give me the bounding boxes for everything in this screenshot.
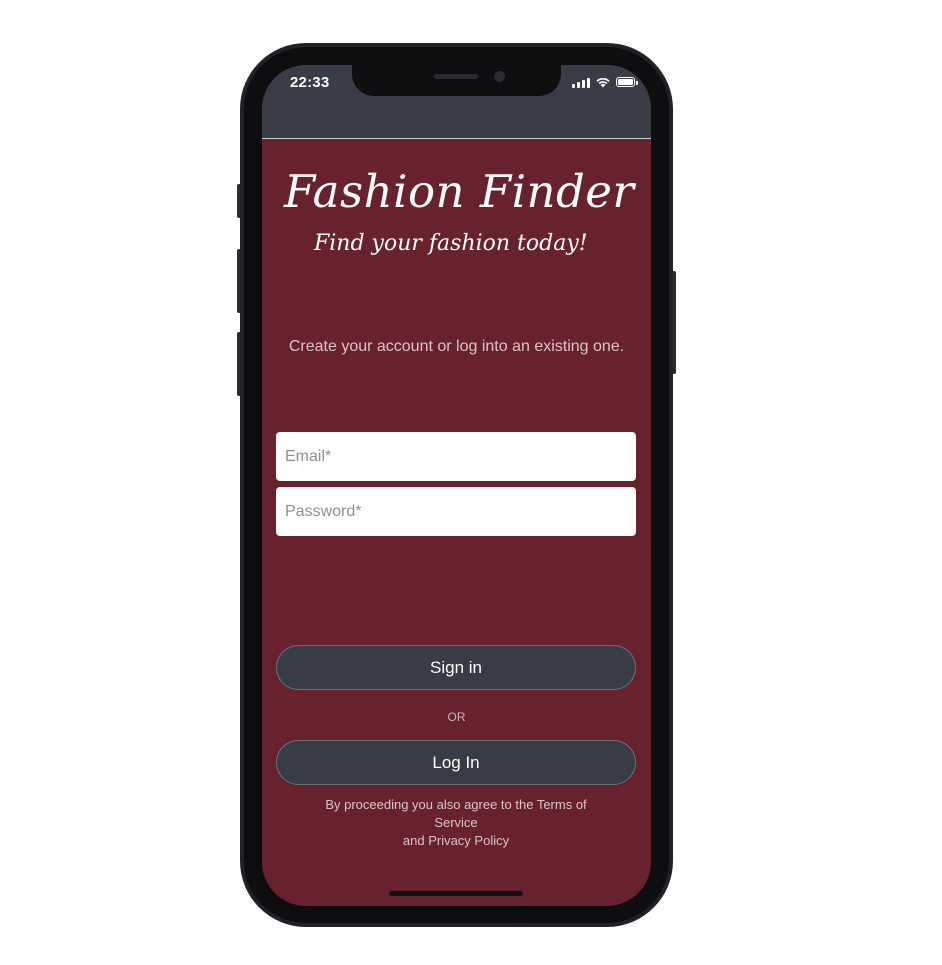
cellular-signal-icon (572, 77, 590, 88)
status-icons (572, 75, 638, 89)
phone-frame: 22:33 Fashion Finder Find your fashion t… (240, 43, 673, 927)
notch (352, 65, 561, 96)
app-tagline: Find your fashion today! (314, 231, 588, 256)
battery-icon (616, 77, 638, 87)
earpiece-speaker (434, 74, 478, 79)
status-bar: 22:33 (262, 65, 651, 139)
wifi-icon (596, 77, 610, 88)
terms-notice: By proceeding you also agree to the Term… (306, 796, 606, 850)
phone-screen: 22:33 Fashion Finder Find your fashion t… (262, 65, 651, 906)
front-camera (494, 71, 505, 82)
privacy-text: and Privacy Policy (402, 833, 510, 848)
app-title: Fashion Finder (284, 165, 635, 218)
email-field[interactable] (276, 432, 636, 481)
or-separator: OR (447, 710, 466, 724)
intro-text: Create your account or log into an exist… (288, 338, 625, 355)
terms-text: By proceeding you also agree to the Term… (325, 797, 587, 830)
status-time: 22:33 (290, 74, 330, 91)
home-indicator[interactable] (389, 891, 523, 896)
password-field[interactable] (276, 487, 636, 536)
sign-in-button[interactable]: Sign in (276, 645, 636, 690)
log-in-button[interactable]: Log In (276, 740, 636, 785)
device-stage: 22:33 Fashion Finder Find your fashion t… (0, 0, 942, 965)
